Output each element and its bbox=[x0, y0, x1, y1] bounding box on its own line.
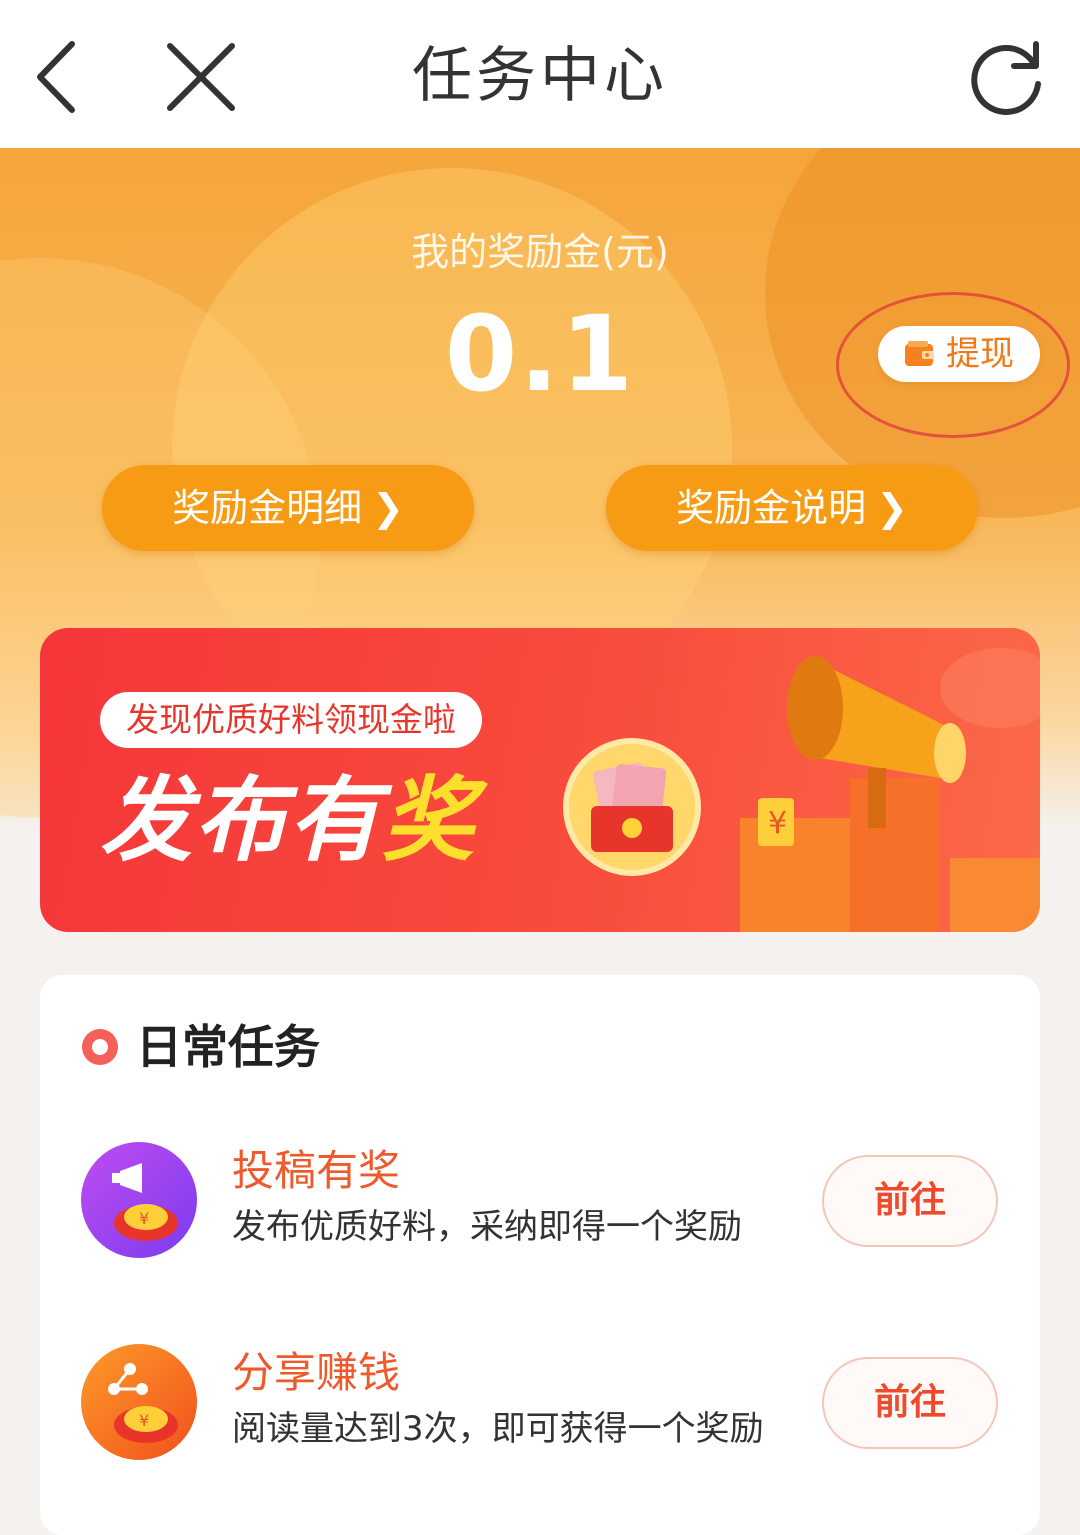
page-title: 任务中心 bbox=[412, 41, 668, 111]
reward-details-label: 奖励金明细 bbox=[172, 486, 363, 530]
banner-headline-main: 发布有 bbox=[100, 767, 383, 874]
go-button[interactable]: 前往 bbox=[822, 1155, 998, 1247]
refresh-icon[interactable] bbox=[964, 34, 1050, 120]
share-earn-icon: ¥ bbox=[80, 1343, 198, 1461]
task-description: 阅读量达到3次，即可获得一个奖励 bbox=[232, 1409, 764, 1449]
task-name: 分享赚钱 bbox=[232, 1348, 401, 1397]
reward-rules-button[interactable]: 奖励金说明 ❯ bbox=[606, 465, 978, 551]
task-description: 发布优质好料，采纳即得一个奖励 bbox=[232, 1207, 742, 1247]
task-row: ¥ 分享赚钱 阅读量达到3次，即可获得一个奖励 前往 bbox=[40, 1343, 1040, 1473]
promo-banner[interactable]: ¥ 发现优质好料领现金啦 发布有奖 bbox=[40, 628, 1040, 932]
cash-envelope-icon bbox=[563, 738, 701, 876]
top-bar: 任务中心 bbox=[0, 0, 1080, 148]
banner-headline: 发布有奖 bbox=[100, 766, 476, 876]
task-row: ¥ 投稿有奖 发布优质好料，采纳即得一个奖励 前往 bbox=[40, 1141, 1040, 1271]
section-dot-icon bbox=[82, 1029, 118, 1065]
banner-tag: 发现优质好料领现金啦 bbox=[100, 692, 482, 748]
megaphone-illustration: ¥ bbox=[740, 648, 1040, 932]
section-title: 日常任务 bbox=[136, 1020, 320, 1074]
svg-text:¥: ¥ bbox=[139, 1411, 149, 1430]
svg-text:¥: ¥ bbox=[768, 806, 787, 841]
highlight-ring bbox=[836, 292, 1070, 438]
reward-label: 我的奖励金(元) bbox=[411, 230, 669, 274]
reward-rules-label: 奖励金说明 bbox=[676, 486, 867, 530]
task-name: 投稿有奖 bbox=[232, 1146, 401, 1195]
reward-details-button[interactable]: 奖励金明细 ❯ bbox=[102, 465, 474, 551]
banner-headline-accent: 奖 bbox=[382, 767, 477, 874]
chevron-right-icon: ❯ bbox=[372, 486, 404, 530]
svg-text:¥: ¥ bbox=[139, 1209, 149, 1228]
daily-tasks-card: 日常任务 ¥ 投稿有奖 发布优质好料，采纳即得一个奖励 前往 ¥ 分享赚钱 阅读… bbox=[40, 975, 1040, 1535]
go-button[interactable]: 前往 bbox=[822, 1357, 998, 1449]
submission-reward-icon: ¥ bbox=[80, 1141, 198, 1259]
chevron-right-icon: ❯ bbox=[876, 486, 908, 530]
